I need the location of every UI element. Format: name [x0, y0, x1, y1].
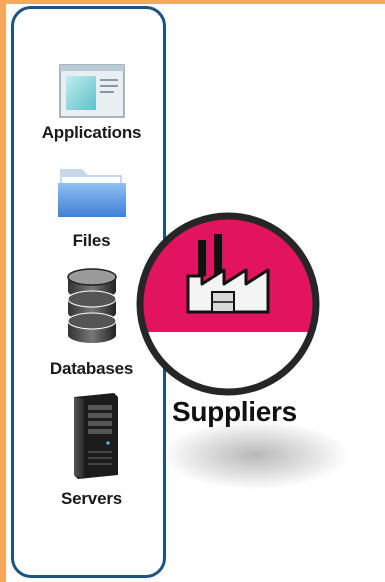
- factory-icon: [136, 212, 320, 396]
- suppliers-label: Suppliers: [172, 396, 297, 427]
- supplier-node: [128, 204, 328, 409]
- applications-label: Applications: [41, 123, 142, 142]
- servers-label: Servers: [61, 489, 122, 508]
- applications-item: Applications: [14, 59, 169, 143]
- database-icon: [66, 268, 117, 343]
- server-icon: [73, 393, 118, 479]
- application-window-icon: [58, 64, 125, 118]
- supplier-shadow: [160, 420, 350, 490]
- folder-icon: [57, 169, 126, 217]
